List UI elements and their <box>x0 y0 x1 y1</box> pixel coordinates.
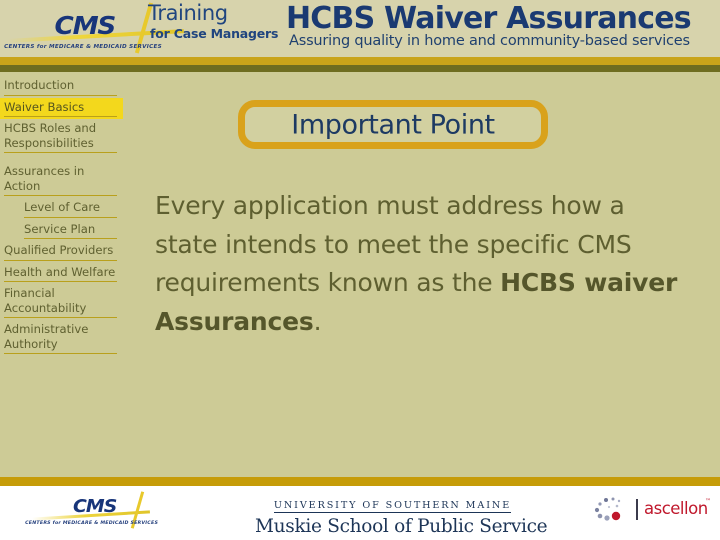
ascellon-wordmark: ascellon <box>644 499 708 518</box>
university-name: UNIVERSITY OF SOUTHERN MAINE <box>273 500 512 513</box>
sidebar-item-label: Health and Welfare <box>4 264 116 279</box>
sidebar-item-underline <box>4 317 117 318</box>
sidebar-item-administrative-authority[interactable]: Administrative Authority <box>0 320 123 356</box>
sidebar-item-assurances-in-action[interactable]: Assurances in Action <box>0 162 123 198</box>
sidebar-item-label: Level of Care <box>24 200 100 214</box>
sidebar-item-underline <box>4 152 117 153</box>
sidebar-item-health-and-welfare[interactable]: Health and Welfare <box>0 263 123 285</box>
sidebar-navigation: Introduction Waiver Basics HCBS Roles and … <box>0 76 150 356</box>
cms-logo-footer: CMS CENTERS for MEDICARE & MEDICAID SERV… <box>25 491 180 532</box>
ascellon-logo: ascellon ™ <box>592 496 711 526</box>
header-training-label: Training <box>148 1 228 25</box>
sidebar-item-level-of-care[interactable]: Level of Care <box>20 198 123 220</box>
cms-footer-wordmark: CMS <box>72 496 117 517</box>
footer-gold-divider <box>0 477 720 486</box>
header-title: HCBS Waiver Assurances <box>286 1 692 36</box>
body-text-tail: . <box>313 306 322 336</box>
sidebar-item-label: Financial Accountability <box>4 286 87 315</box>
slide-root: CMS CENTERS for MEDICARE & MEDICAID SERV… <box>0 0 720 540</box>
sidebar-item-introduction[interactable]: Introduction <box>0 76 123 98</box>
sidebar-item-underline <box>4 259 117 261</box>
header-subtitle: Assuring quality in home and community-b… <box>289 33 690 49</box>
cms-footer-tagline: CENTERS for MEDICARE & MEDICAID SERVICES <box>25 521 159 526</box>
sidebar-item-underline <box>4 195 117 196</box>
sidebar-item-label: Administrative Authority <box>4 322 89 351</box>
sidebar-item-label: Assurances in Action <box>4 164 85 193</box>
slide-body-text: Every application must address how a sta… <box>155 187 680 341</box>
slide-footer: CMS CENTERS for MEDICARE & MEDICAID SERV… <box>0 486 720 540</box>
muskie-school-logo: UNIVERSITY OF SOUTHERN MAINE Muskie Scho… <box>255 493 548 537</box>
sidebar-item-financial-accountability[interactable]: Financial Accountability <box>0 284 123 320</box>
sidebar-item-underline <box>4 353 117 354</box>
ascellon-divider-bar <box>636 499 638 520</box>
important-point-title: Important Point <box>291 109 495 140</box>
sidebar-item-underline <box>4 281 117 282</box>
sidebar-item-waiver-basics[interactable]: Waiver Basics <box>0 97 123 119</box>
slide-header: CMS CENTERS for MEDICARE & MEDICAID SERV… <box>0 0 720 57</box>
sidebar-item-label: Qualified Providers <box>4 243 114 257</box>
header-olive-divider <box>0 65 720 72</box>
sidebar-item-underline <box>4 116 117 117</box>
sidebar-item-underline <box>24 216 117 218</box>
sidebar-item-label: HCBS Roles and Responsibilities <box>4 121 97 150</box>
sidebar-item-hcbs-roles-and-responsibilities[interactable]: HCBS Roles and Responsibilities <box>0 119 123 155</box>
sidebar-item-label: Service Plan <box>24 221 96 236</box>
ascellon-dots-icon <box>594 497 621 521</box>
sidebar-item-underline <box>24 238 117 239</box>
header-gold-divider <box>0 57 720 65</box>
important-point-banner: Important Point <box>238 100 548 149</box>
cms-tagline: CENTERS for MEDICARE & MEDICAID SERVICES <box>4 44 162 50</box>
sidebar-item-qualified-providers[interactable]: Qualified Providers <box>0 241 123 263</box>
school-name: Muskie School of Public Service <box>255 516 548 537</box>
ascellon-trademark: ™ <box>705 498 711 505</box>
header-training-sublabel: for Case Managers <box>150 26 279 41</box>
sidebar-item-service-plan[interactable]: Service Plan <box>20 220 123 242</box>
cms-wordmark: CMS <box>54 11 117 40</box>
sidebar-item-label: Introduction <box>4 78 75 92</box>
sidebar-item-underline <box>4 94 117 96</box>
sidebar-item-label: Waiver Basics <box>4 99 85 114</box>
